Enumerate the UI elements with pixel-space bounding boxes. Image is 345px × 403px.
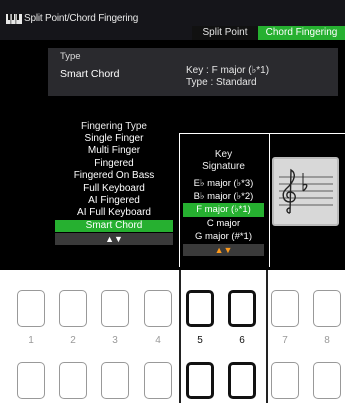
tab-chord-fingering[interactable]: Chord Fingering (258, 26, 345, 40)
upper-button-4[interactable] (144, 290, 172, 327)
list-item[interactable]: Fingered On Bass (55, 170, 173, 182)
list-item[interactable]: Fingered (55, 158, 173, 170)
list-item[interactable]: Multi Finger (55, 145, 173, 157)
list-item[interactable]: AI Full Keyboard (55, 207, 173, 219)
tab-split-point[interactable]: Split Point (192, 26, 258, 40)
fingering-type-heading: Fingering Type (81, 121, 147, 132)
list-item[interactable]: Full Keyboard (55, 183, 173, 195)
staff-preview (272, 157, 339, 226)
signature-heading: Signature (202, 161, 245, 172)
list-item[interactable]: E♭ major (♭*3) (183, 177, 264, 190)
lower-button-3[interactable] (101, 362, 129, 399)
button-number: 4 (155, 335, 161, 346)
upper-button-2[interactable] (59, 290, 87, 327)
fingering-type-list: Fingering Type Single Finger Multi Finge… (55, 121, 173, 246)
upper-button-6[interactable] (228, 290, 256, 327)
lower-button-1[interactable] (17, 362, 45, 399)
button-number: 7 (282, 335, 288, 346)
list-item[interactable]: B♭ major (♭*2) (183, 190, 264, 203)
list-item[interactable]: AI Fingered (55, 195, 173, 207)
highlight-frame-right (266, 270, 268, 403)
frame-line (268, 133, 345, 134)
lower-button-4[interactable] (144, 362, 172, 399)
button-number: 6 (239, 335, 245, 346)
highlight-frame-left (179, 270, 181, 403)
upper-button-3[interactable] (101, 290, 129, 327)
lower-button-2[interactable] (59, 362, 87, 399)
list-item-selected[interactable]: Smart Chord (55, 219, 173, 233)
button-number: 2 (70, 335, 76, 346)
list-item[interactable]: G major (#*1) (183, 230, 264, 243)
key-scroll-button[interactable]: ▲▼ (183, 243, 264, 256)
upper-button-5[interactable] (186, 290, 214, 327)
list-item-selected[interactable]: F major (♭*1) (183, 203, 264, 217)
type-label: Type (60, 51, 81, 62)
fingering-scroll-button[interactable]: ▲▼ (55, 233, 173, 246)
key-type-info: Key : F major (♭*1) Type : Standard (186, 65, 269, 89)
button-number: 1 (28, 335, 34, 346)
list-item[interactable]: C major (183, 217, 264, 230)
key-signature-list: Key Signature E♭ major (♭*3) B♭ major (♭… (183, 149, 264, 256)
keyboard-icon (6, 14, 22, 24)
upper-button-7[interactable] (271, 290, 299, 327)
button-number: 5 (197, 335, 203, 346)
key-heading: Key (214, 149, 233, 160)
upper-button-1[interactable] (17, 290, 45, 327)
lcd-screen: Split Point/Chord Fingering Split Point … (0, 0, 345, 270)
lower-button-6[interactable] (228, 362, 256, 399)
flat-icon (302, 173, 308, 192)
lower-button-7[interactable] (271, 362, 299, 399)
button-number: 3 (112, 335, 118, 346)
button-number: 8 (324, 335, 330, 346)
panel-buttons: 1 2 3 4 5 6 7 8 (0, 270, 345, 403)
treble-clef-icon (279, 168, 333, 214)
lower-button-5[interactable] (186, 362, 214, 399)
type-value: Smart Chord (60, 68, 120, 80)
page-title: Split Point/Chord Fingering (24, 13, 139, 24)
list-item[interactable]: Single Finger (55, 133, 173, 145)
lower-button-8[interactable] (313, 362, 341, 399)
key-info: Key : F major (♭*1) (186, 65, 270, 76)
type-info: Type : Standard (186, 77, 257, 88)
upper-button-8[interactable] (313, 290, 341, 327)
